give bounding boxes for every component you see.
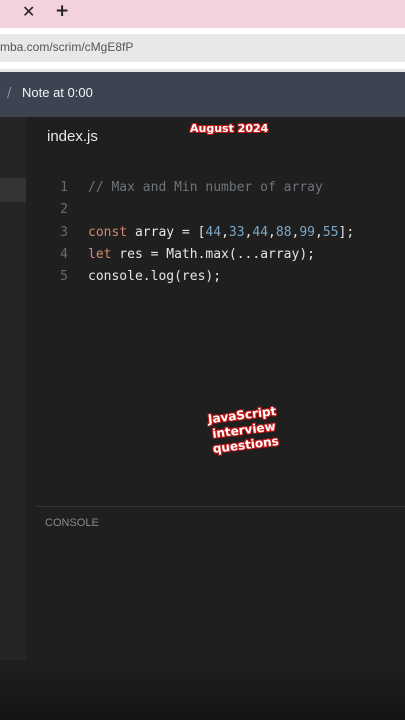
line-content: console.log(res); [88,269,222,284]
line-number: 3 [60,225,68,240]
line-number: 5 [60,269,68,284]
note-button[interactable]: Note at 0:00 [22,85,93,100]
browser-tab-bar: ✕ + [0,0,405,28]
video-title-overlay: JavaScript interview questions [207,403,280,456]
code-line: 5 console.log(res); [0,266,405,288]
line-content: // Max and Min number of array [88,180,323,195]
file-tab-index-js[interactable]: index.js [47,128,98,145]
video-date-overlay: August 2024 [190,122,269,135]
url-text: mba.com/scrim/cMgE8fP [0,40,134,54]
console-header[interactable]: CONSOLE [45,517,99,529]
code-line: 4 let res = Math.max(...array); [0,244,405,266]
new-tab-button[interactable]: + [55,2,69,20]
address-bar: mba.com/scrim/cMgE8fP [0,28,405,69]
breadcrumb-separator: / [7,86,12,101]
console-divider [35,506,405,507]
url-field[interactable]: mba.com/scrim/cMgE8fP [0,34,405,62]
line-number: 4 [60,247,68,262]
line-number: 1 [60,180,68,195]
code-line: 1 // Max and Min number of array [0,177,405,199]
line-content: const array = [44,33,44,88,99,55]; [88,225,355,240]
line-number: 2 [60,202,68,217]
close-tab-icon[interactable]: ✕ [22,3,35,21]
code-line: 3 const array = [44,33,44,88,99,55]; [0,222,405,244]
bottom-shadow [0,660,405,720]
scrim-toolbar: / Note at 0:00 [0,69,405,117]
line-content: let res = Math.max(...array); [88,247,315,262]
code-line: 2 [0,199,405,221]
